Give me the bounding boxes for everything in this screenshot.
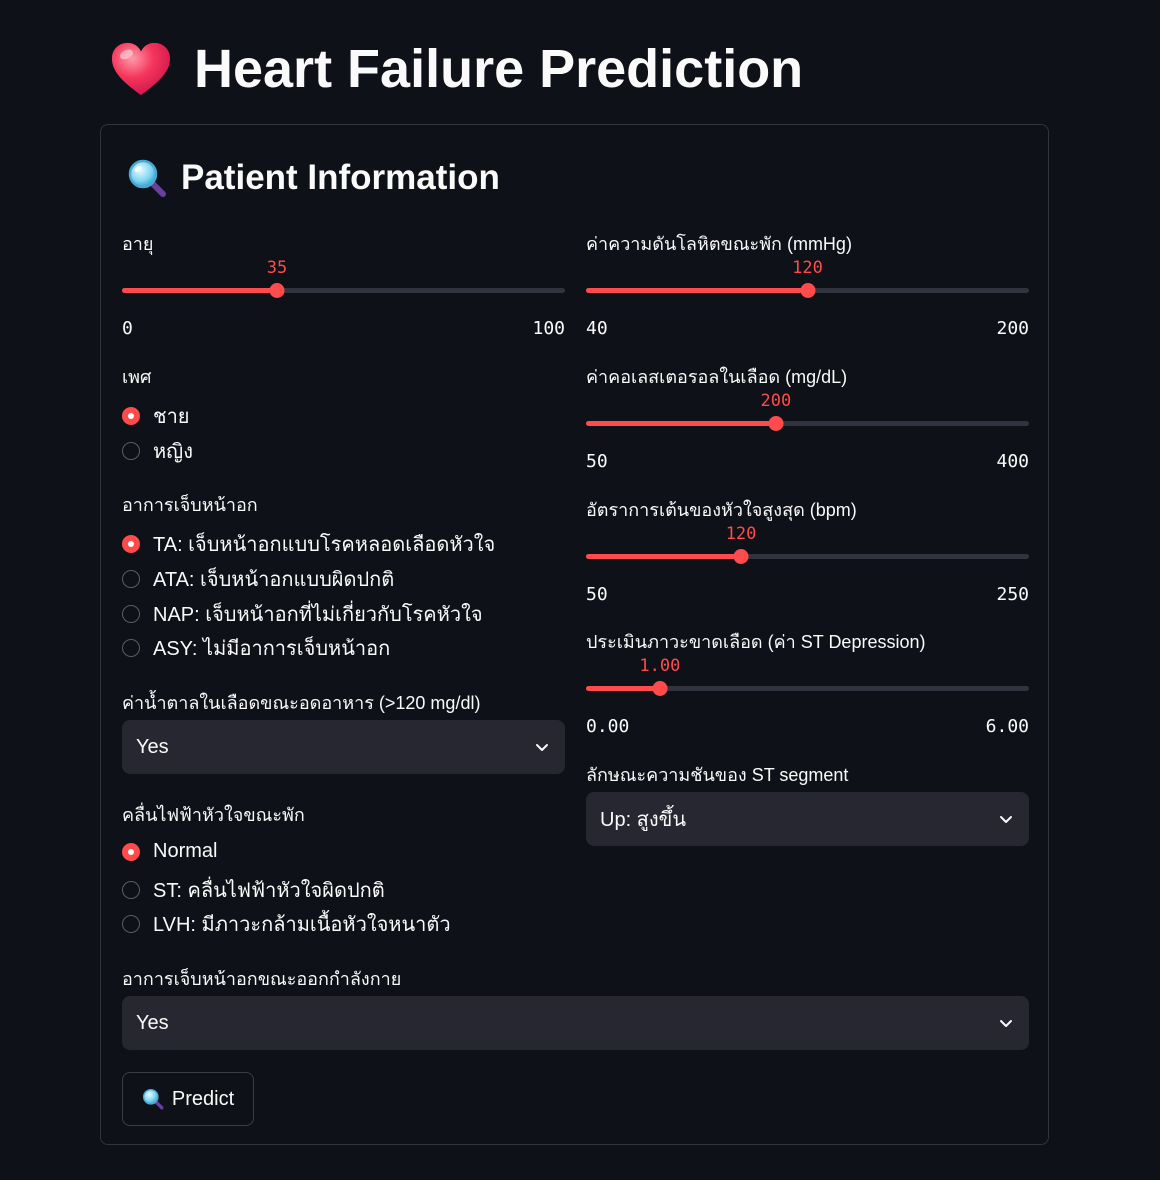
resting-bp-max: 200 bbox=[996, 318, 1029, 339]
resting-ecg-option-label: Normal bbox=[153, 840, 218, 862]
radio-unselected-icon[interactable] bbox=[122, 881, 140, 899]
sex-option-label: หญิง bbox=[153, 441, 193, 463]
patient-info-heading: Patient Information bbox=[127, 158, 500, 198]
oldpeak-label: ประเมินภาวะขาดเลือด (ค่า ST Depression) bbox=[586, 632, 926, 652]
cholesterol-max: 400 bbox=[996, 451, 1029, 472]
page-header: Heart Failure Prediction bbox=[110, 34, 803, 104]
magnifier-icon bbox=[128, 159, 166, 197]
resting-ecg-option-lvh[interactable]: LVH: มีภาวะกล้ามเนื้อหัวใจหนาตัว bbox=[122, 908, 451, 940]
chest-pain-option-asy[interactable]: ASY: ไม่มีอาการเจ็บหน้าอก bbox=[122, 632, 390, 664]
cholesterol-slider-thumb[interactable] bbox=[768, 416, 784, 431]
age-slider-fill bbox=[122, 288, 278, 293]
resting-bp-slider-fill bbox=[586, 288, 808, 293]
fasting-bs-select[interactable]: Yes bbox=[122, 720, 565, 774]
chest-pain-option-ata[interactable]: ATA: เจ็บหน้าอกแบบผิดปกติ bbox=[122, 563, 394, 595]
radio-unselected-icon[interactable] bbox=[122, 442, 140, 460]
page-title: Heart Failure Prediction bbox=[194, 39, 804, 99]
exercise-angina-value: Yes bbox=[136, 1011, 169, 1034]
max-hr-slider[interactable]: 120 50 250 bbox=[586, 524, 1029, 605]
age-label: อายุ bbox=[122, 234, 154, 254]
chest-pain-option-ta[interactable]: TA: เจ็บหน้าอกแบบโรคหลอดเลือดหัวใจ bbox=[122, 528, 495, 560]
st-slope-label: ลักษณะความชันของ ST segment bbox=[586, 765, 849, 785]
resting-bp-label: ค่าความดันโลหิตขณะพัก (mmHg) bbox=[586, 234, 852, 254]
sex-option-label: ชาย bbox=[153, 406, 190, 428]
predict-button[interactable]: Predict bbox=[122, 1072, 254, 1126]
age-min: 0 bbox=[122, 318, 133, 339]
sex-option-female[interactable]: หญิง bbox=[122, 435, 193, 467]
cholesterol-value: 200 bbox=[760, 391, 792, 411]
st-slope-value: Up: สูงขึ้น bbox=[600, 809, 686, 831]
max-hr-slider-fill bbox=[586, 554, 742, 559]
age-max: 100 bbox=[532, 318, 565, 339]
max-hr-min: 50 bbox=[586, 584, 608, 605]
section-title: Patient Information bbox=[181, 158, 500, 197]
resting-bp-slider-thumb[interactable] bbox=[800, 283, 815, 298]
chest-pain-option-label: ASY: ไม่มีอาการเจ็บหน้าอก bbox=[153, 638, 391, 660]
st-slope-select[interactable]: Up: สูงขึ้น bbox=[586, 792, 1029, 846]
chevron-down-icon bbox=[1000, 816, 1012, 823]
oldpeak-min: 0.00 bbox=[586, 716, 630, 737]
resting-ecg-option-label: LVH: มีภาวะกล้ามเนื้อหัวใจหนาตัว bbox=[153, 914, 451, 936]
age-slider[interactable]: 35 0 100 bbox=[122, 258, 565, 339]
oldpeak-max: 6.00 bbox=[985, 716, 1029, 737]
sex-label: เพศ bbox=[122, 367, 152, 387]
max-hr-slider-thumb[interactable] bbox=[733, 549, 749, 564]
cholesterol-label: ค่าคอเลสเตอรอลในเลือด (mg/dL) bbox=[586, 367, 848, 387]
chest-pain-option-label: ATA: เจ็บหน้าอกแบบผิดปกติ bbox=[153, 569, 395, 591]
exercise-angina-select[interactable]: Yes bbox=[122, 996, 1029, 1050]
radio-unselected-icon[interactable] bbox=[122, 915, 140, 933]
oldpeak-value: 1.00 bbox=[639, 656, 681, 676]
cholesterol-slider[interactable]: 200 50 400 bbox=[586, 391, 1029, 472]
cholesterol-slider-fill bbox=[586, 421, 776, 426]
max-hr-label: อัตราการเต้นของหัวใจสูงสุด (bpm) bbox=[586, 500, 857, 520]
radio-unselected-icon[interactable] bbox=[122, 605, 140, 623]
radio-selected-icon[interactable] bbox=[122, 842, 140, 861]
max-hr-value: 120 bbox=[725, 524, 757, 544]
heart-icon bbox=[111, 42, 171, 96]
radio-unselected-icon[interactable] bbox=[122, 639, 140, 657]
age-slider-thumb[interactable] bbox=[269, 283, 285, 298]
chevron-down-icon bbox=[536, 744, 548, 751]
resting-ecg-option-st[interactable]: ST: คลื่นไฟฟ้าหัวใจผิดปกติ bbox=[122, 874, 385, 906]
fasting-bs-label: ค่าน้ำตาลในเลือดขณะอดอาหาร (>120 mg/dl) bbox=[122, 693, 481, 713]
max-hr-max: 250 bbox=[996, 584, 1029, 605]
resting-ecg-option-label: ST: คลื่นไฟฟ้าหัวใจผิดปกติ bbox=[153, 880, 385, 902]
resting-bp-value: 120 bbox=[792, 258, 823, 278]
resting-bp-slider[interactable]: 120 40 200 bbox=[586, 258, 1029, 339]
radio-selected-icon[interactable] bbox=[122, 407, 140, 425]
chest-pain-option-label: NAP: เจ็บหน้าอกที่ไม่เกี่ยวกับโรคหัวใจ bbox=[153, 604, 483, 626]
radio-unselected-icon[interactable] bbox=[122, 570, 140, 588]
resting-bp-min: 40 bbox=[586, 318, 608, 339]
fasting-bs-value: Yes bbox=[136, 735, 169, 758]
chevron-down-icon bbox=[1000, 1020, 1012, 1027]
chest-pain-option-nap[interactable]: NAP: เจ็บหน้าอกที่ไม่เกี่ยวกับโรคหัวใจ bbox=[122, 598, 483, 630]
resting-ecg-label: คลื่นไฟฟ้าหัวใจขณะพัก bbox=[122, 805, 305, 825]
oldpeak-slider-thumb[interactable] bbox=[652, 681, 668, 696]
magnifier-icon bbox=[142, 1088, 164, 1110]
exercise-angina-label: อาการเจ็บหน้าอกขณะออกกำลังกาย bbox=[122, 969, 402, 989]
chest-pain-option-label: TA: เจ็บหน้าอกแบบโรคหลอดเลือดหัวใจ bbox=[153, 534, 496, 556]
cholesterol-min: 50 bbox=[586, 451, 608, 472]
radio-selected-icon[interactable] bbox=[122, 535, 140, 553]
predict-button-label: Predict bbox=[171, 1087, 235, 1110]
sex-option-male[interactable]: ชาย bbox=[122, 400, 190, 432]
oldpeak-slider-fill bbox=[586, 686, 660, 691]
chest-pain-label: อาการเจ็บหน้าอก bbox=[122, 495, 258, 515]
resting-ecg-option-normal[interactable]: Normal bbox=[122, 840, 217, 863]
age-value: 35 bbox=[266, 258, 288, 278]
oldpeak-slider[interactable]: 1.00 0.00 6.00 bbox=[586, 656, 1029, 737]
